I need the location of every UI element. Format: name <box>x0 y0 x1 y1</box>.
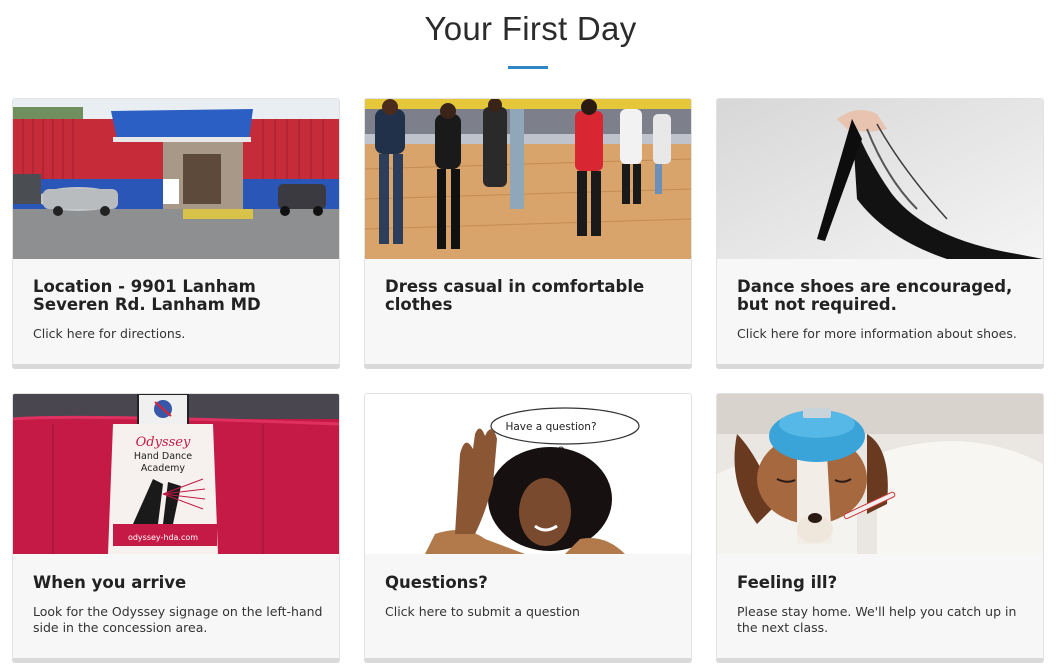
card-text[interactable]: Click here to submit a question <box>385 604 675 620</box>
card-text: Please stay home. We'll help you catch u… <box>737 604 1017 635</box>
dancers-image <box>365 99 691 259</box>
sick-dog-image <box>717 394 1043 554</box>
sign-line-3: Academy <box>141 463 186 474</box>
card-arrival[interactable]: Odyssey Hand Dance Academy odyssey-hda.c… <box>12 393 340 663</box>
card-dance-shoes[interactable]: Dance shoes are encouraged, but not requ… <box>716 98 1044 369</box>
card-title: When you arrive <box>33 573 187 592</box>
card-feeling-ill[interactable]: Feeling ill? Please stay home. We'll hel… <box>716 393 1044 663</box>
building-exterior-image <box>13 99 339 259</box>
card-location[interactable]: Location - 9901 Lanham Severen Rd. Lanha… <box>12 98 340 369</box>
card-text[interactable]: Click here for directions. <box>33 326 323 342</box>
sign-line-2: Hand Dance <box>134 451 192 462</box>
card-title: Questions? <box>385 573 488 592</box>
card-title: Feeling ill? <box>737 573 838 592</box>
card-text: Look for the Odyssey signage on the left… <box>33 604 323 635</box>
card-questions[interactable]: Have a question? Questions? Click here t… <box>364 393 692 663</box>
card-title: Location - 9901 Lanham Severen Rd. Lanha… <box>33 277 261 314</box>
speech-bubble-text: Have a question? <box>505 421 596 433</box>
title-underline <box>508 66 548 69</box>
sign-brand: Odyssey <box>136 435 191 450</box>
woman-raising-hand-image: Have a question? <box>365 394 691 554</box>
sign-url: odyssey-hda.com <box>128 533 198 542</box>
card-text[interactable]: Click here for more information about sh… <box>737 326 1027 342</box>
card-title: Dance shoes are encouraged, but not requ… <box>737 277 1013 314</box>
page-title: Your First Day <box>424 10 637 47</box>
card-dress-code[interactable]: Dress casual in comfortable clothes <box>364 98 692 369</box>
card-title: Dress casual in comfortable clothes <box>385 277 645 314</box>
odyssey-table-image: Odyssey Hand Dance Academy odyssey-hda.c… <box>13 394 339 554</box>
high-heel-shoe-image <box>717 99 1043 259</box>
